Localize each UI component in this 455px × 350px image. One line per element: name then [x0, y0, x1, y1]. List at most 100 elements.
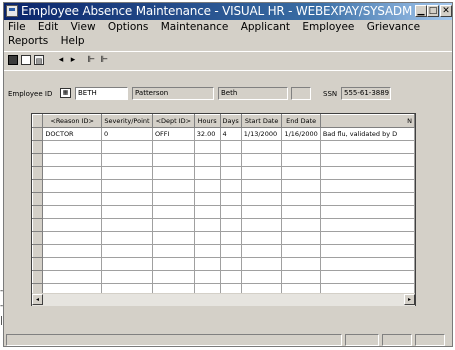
grid-cell[interactable]: [281, 218, 321, 232]
grid-cell[interactable]: [151, 140, 195, 154]
row-selector[interactable]: [32, 153, 44, 167]
menu-applicant[interactable]: Applicant: [241, 21, 290, 33]
last-icon[interactable]: ⊩: [99, 55, 109, 65]
grid-cell[interactable]: [281, 153, 321, 167]
grid-cell[interactable]: [219, 179, 242, 193]
grid-cell[interactable]: [319, 140, 415, 154]
table-row[interactable]: DOCTOR 0 OFFI 32.00 4 1/13/2000 1/16/200…: [32, 127, 415, 141]
start-date-cell[interactable]: 1/13/2000: [240, 127, 283, 141]
grid-cell[interactable]: [281, 192, 321, 206]
table-row[interactable]: [32, 270, 415, 284]
menu-view[interactable]: View: [71, 21, 96, 33]
grid-cell[interactable]: [319, 179, 415, 193]
maximize-button[interactable]: □: [427, 5, 439, 17]
grid-cell[interactable]: [281, 205, 321, 219]
table-row[interactable]: [32, 231, 415, 245]
horizontal-scrollbar[interactable]: ◂ ▸: [32, 293, 415, 306]
reason-id-cell[interactable]: DOCTOR: [42, 127, 103, 141]
grid-cell[interactable]: [42, 231, 103, 245]
menu-reports[interactable]: Reports: [8, 35, 48, 47]
grid-cell[interactable]: [101, 270, 153, 284]
grid-cell[interactable]: [319, 192, 415, 206]
row-selector[interactable]: [32, 140, 44, 154]
grid-cell[interactable]: [281, 257, 321, 271]
grid-cell[interactable]: [193, 270, 221, 284]
first-icon[interactable]: ⊩: [86, 55, 96, 65]
menu-options[interactable]: Options: [108, 21, 149, 33]
grid-cell[interactable]: [219, 153, 242, 167]
row-selector[interactable]: [32, 244, 44, 258]
menu-help[interactable]: Help: [61, 35, 85, 47]
grid-cell[interactable]: [101, 205, 153, 219]
grid-cell[interactable]: [319, 153, 415, 167]
table-row[interactable]: [32, 205, 415, 219]
grid-cell[interactable]: [219, 166, 242, 180]
grid-cell[interactable]: [219, 140, 242, 154]
row-selector[interactable]: [32, 231, 44, 245]
grid-cell[interactable]: [219, 270, 242, 284]
grid-cell[interactable]: [281, 179, 321, 193]
grid-cell[interactable]: [101, 218, 153, 232]
grid-cell[interactable]: [319, 166, 415, 180]
row-selector[interactable]: [32, 192, 44, 206]
grid-cell[interactable]: [319, 270, 415, 284]
grid-cell[interactable]: [319, 218, 415, 232]
menu-file[interactable]: File: [8, 21, 26, 33]
grid-cell[interactable]: [151, 166, 195, 180]
grid-cell[interactable]: [42, 244, 103, 258]
grid-cell[interactable]: [240, 231, 283, 245]
grid-cell[interactable]: [281, 140, 321, 154]
grid-cell[interactable]: [281, 231, 321, 245]
grid-cell[interactable]: [240, 205, 283, 219]
grid-cell[interactable]: [101, 244, 153, 258]
grid-cell[interactable]: [319, 257, 415, 271]
grid-cell[interactable]: [42, 205, 103, 219]
days-cell[interactable]: 4: [219, 127, 242, 141]
row-selector[interactable]: [32, 218, 44, 232]
menu-grievance[interactable]: Grievance: [367, 21, 420, 33]
grid-cell[interactable]: [281, 270, 321, 284]
table-row[interactable]: [32, 140, 415, 154]
grid-cell[interactable]: [151, 179, 195, 193]
title-bar[interactable]: Employee Absence Maintenance - VISUAL HR…: [4, 3, 452, 20]
grid-cell[interactable]: [101, 140, 153, 154]
grid-cell[interactable]: [151, 257, 195, 271]
row-selector[interactable]: [32, 179, 44, 193]
open-icon[interactable]: ▤: [34, 55, 44, 65]
grid-cell[interactable]: [193, 140, 221, 154]
grid-cell[interactable]: [193, 179, 221, 193]
grid-cell[interactable]: [101, 231, 153, 245]
new-icon[interactable]: [21, 55, 31, 65]
grid-cell[interactable]: [240, 153, 283, 167]
table-row[interactable]: [32, 192, 415, 206]
grid-cell[interactable]: [319, 231, 415, 245]
column-header[interactable]: <Reason ID>: [42, 114, 103, 128]
grid-cell[interactable]: [281, 244, 321, 258]
row-selector[interactable]: [32, 257, 44, 271]
column-header[interactable]: End Date: [281, 114, 321, 128]
column-header[interactable]: Hours: [193, 114, 221, 128]
grid-cell[interactable]: [281, 166, 321, 180]
minimize-button[interactable]: ▁: [415, 5, 427, 17]
grid-cell[interactable]: [193, 205, 221, 219]
grid-cell[interactable]: [151, 244, 195, 258]
grid-cell[interactable]: [42, 257, 103, 271]
grid-cell[interactable]: [219, 257, 242, 271]
grid-cell[interactable]: [240, 270, 283, 284]
row-selector[interactable]: [32, 127, 44, 141]
table-row[interactable]: [32, 153, 415, 167]
table-row[interactable]: [32, 257, 415, 271]
grid-cell[interactable]: [101, 166, 153, 180]
grid-cell[interactable]: [151, 270, 195, 284]
column-header[interactable]: Start Date: [240, 114, 283, 128]
dept-id-cell[interactable]: OFFI: [151, 127, 195, 141]
column-header[interactable]: N: [319, 114, 415, 128]
scroll-left-icon[interactable]: ◂: [32, 294, 43, 305]
menu-edit[interactable]: Edit: [38, 21, 58, 33]
employee-lookup-icon[interactable]: ▦: [60, 88, 71, 98]
grid-cell[interactable]: [240, 244, 283, 258]
grid-cell[interactable]: [219, 192, 242, 206]
row-selector[interactable]: [32, 270, 44, 284]
grid-cell[interactable]: [240, 166, 283, 180]
scroll-right-icon[interactable]: ▸: [404, 294, 415, 305]
